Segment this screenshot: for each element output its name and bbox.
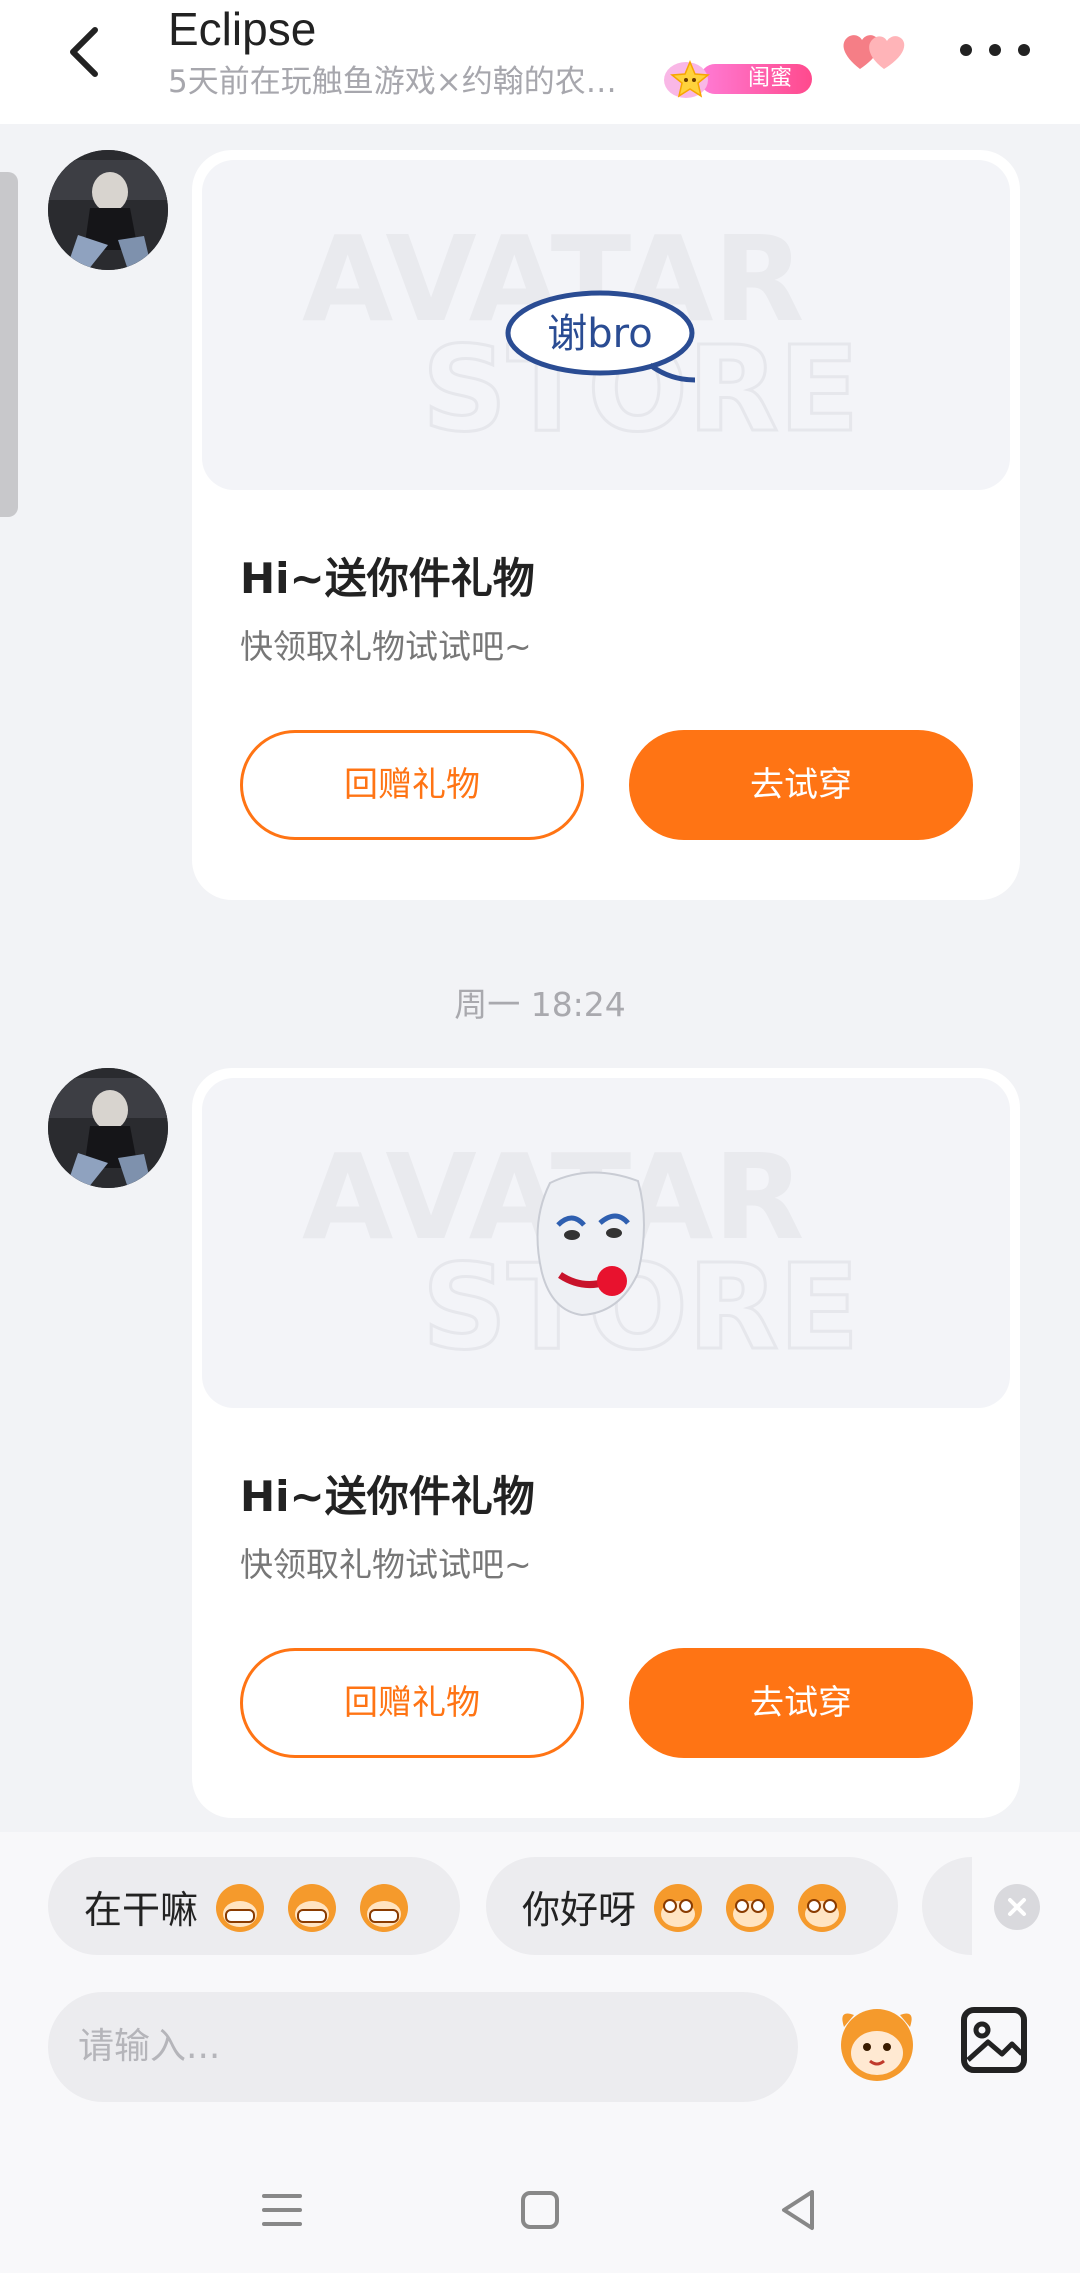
quick-reply-chip-partial[interactable]	[922, 1857, 972, 1955]
grinning-monkey-emoji	[360, 1884, 409, 1932]
home-icon[interactable]	[510, 2180, 570, 2240]
gift-card[interactable]: AVATAR STORE Hi~送你件礼物 快领取礼物试试吧~ 回赠礼物 去试穿	[192, 1068, 1020, 1818]
gift-title: Hi~送你件礼物	[240, 554, 535, 603]
gift-title: Hi~送你件礼物	[240, 1472, 535, 1521]
back-triangle-icon[interactable]	[768, 2180, 828, 2240]
clown-mask-icon	[536, 1171, 645, 1317]
try-on-button[interactable]: 去试穿	[629, 730, 973, 840]
surprised-monkey-emoji	[726, 1884, 775, 1932]
chat-subtitle-status: 5天前在玩触鱼游戏×约翰的农…	[168, 64, 617, 100]
dot	[960, 44, 972, 56]
gift-card[interactable]: AVATAR STORE 谢bro Hi~送你件礼物 快领取礼物试试吧~ 回赠礼…	[192, 150, 1020, 900]
message-input[interactable]: 请输入...	[48, 1992, 798, 2102]
dot	[1018, 44, 1030, 56]
sender-avatar[interactable]	[48, 1068, 168, 1188]
return-gift-button[interactable]: 回赠礼物	[240, 1648, 584, 1758]
grinning-monkey-emoji	[288, 1884, 337, 1932]
try-on-button[interactable]: 去试穿	[629, 1648, 973, 1758]
menu-icon[interactable]	[252, 2180, 312, 2240]
chat-title[interactable]: Eclipse	[168, 0, 316, 58]
gift-description: 快领取礼物试试吧~	[240, 627, 532, 666]
system-nav-bar	[0, 2150, 1080, 2273]
chat-header: Eclipse 5天前在玩触鱼游戏×约翰的农… 闺蜜	[0, 0, 1080, 124]
quick-reply-text: 在干嘛	[84, 1887, 199, 1932]
surprised-monkey-emoji	[798, 1884, 847, 1932]
speech-bubble-sticker: 谢bro	[505, 290, 696, 383]
surprised-monkey-emoji	[654, 1884, 703, 1932]
dot	[989, 44, 1001, 56]
scroll-indicator[interactable]	[0, 172, 18, 517]
hearts-icon[interactable]	[838, 25, 914, 75]
quick-reply-chip[interactable]: 你好呀	[486, 1857, 898, 1955]
star-icon	[664, 60, 710, 98]
quick-reply-text: 你好呀	[522, 1887, 637, 1932]
more-icon[interactable]	[960, 30, 1030, 70]
message-timestamp: 周一 18:24	[454, 985, 626, 1024]
quick-reply-chip[interactable]: 在干嘛	[48, 1857, 460, 1955]
sender-avatar[interactable]	[48, 150, 168, 270]
svg-text:谢bro: 谢bro	[547, 311, 652, 357]
back-arrow-icon[interactable]	[55, 22, 115, 82]
input-panel: 在干嘛 你好呀 请输入...	[0, 1832, 1080, 2273]
emoji-icon[interactable]	[832, 1997, 922, 2087]
close-icon[interactable]	[994, 1884, 1040, 1930]
gift-preview[interactable]: AVATAR STORE	[202, 1078, 1010, 1408]
image-icon[interactable]	[958, 2004, 1030, 2076]
gift-preview[interactable]: AVATAR STORE 谢bro	[202, 160, 1010, 490]
return-gift-button[interactable]: 回赠礼物	[240, 730, 584, 840]
relationship-badge[interactable]: 闺蜜	[660, 56, 815, 100]
gift-description: 快领取礼物试试吧~	[240, 1545, 532, 1584]
grinning-monkey-emoji	[216, 1884, 265, 1932]
